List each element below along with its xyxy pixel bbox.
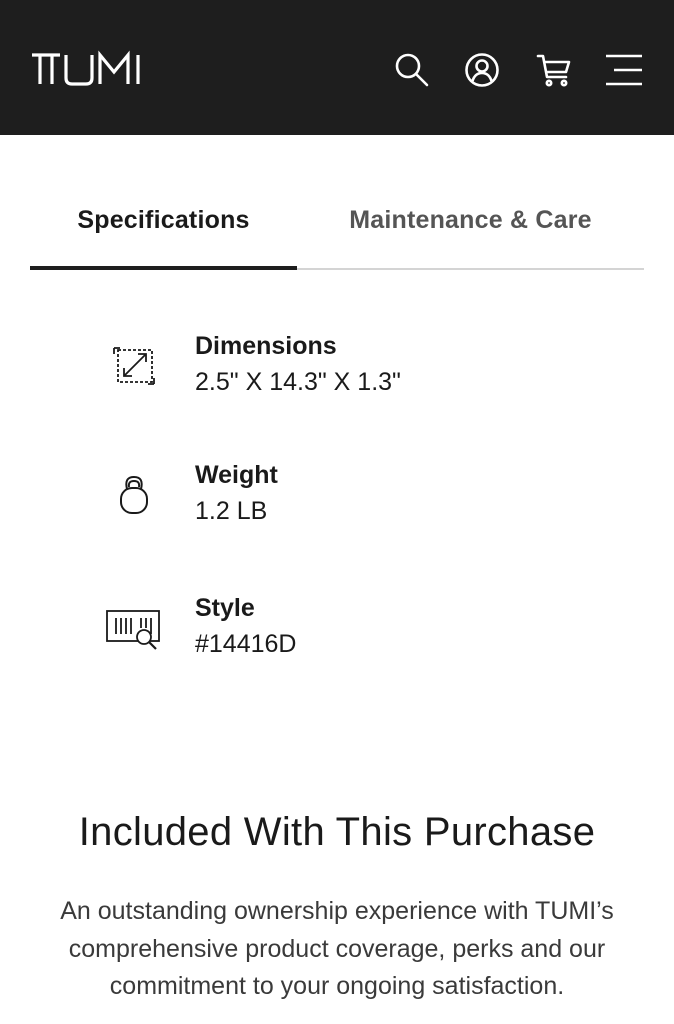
style-barcode-icon — [102, 598, 166, 658]
spec-value: 2.5" X 14.3" X 1.3" — [195, 368, 401, 396]
included-title: Included With This Purchase — [78, 810, 596, 854]
spec-label: Dimensions — [195, 332, 337, 360]
dimensions-icon — [104, 336, 164, 396]
tumi-logo[interactable] — [30, 50, 154, 86]
spec-label: Style — [195, 594, 255, 622]
product-tabs: Specifications Maintenance & Care — [30, 170, 644, 270]
account-icon — [465, 53, 499, 87]
included-description: An outstanding ownership experience with… — [60, 897, 614, 1000]
spec-dimensions: Dimensions 2.5" X 14.3" X 1.3" — [104, 332, 644, 412]
spec-value: 1.2 LB — [195, 497, 268, 525]
tab-specifications[interactable]: Specifications — [30, 170, 297, 270]
menu-button[interactable] — [604, 50, 644, 90]
search-icon — [395, 53, 429, 87]
weight-icon — [104, 465, 164, 525]
site-header — [0, 0, 674, 135]
account-button[interactable] — [462, 50, 502, 90]
spec-weight: Weight 1.2 LB — [104, 461, 644, 541]
cart-icon — [536, 54, 571, 87]
spec-value: #14416D — [195, 630, 297, 658]
tab-maintenance-care[interactable]: Maintenance & Care — [297, 170, 644, 270]
spec-label: Weight — [195, 461, 278, 489]
menu-icon — [606, 54, 642, 86]
active-tab-indicator — [30, 266, 297, 270]
spec-style: Style #14416D — [104, 594, 644, 674]
search-button[interactable] — [392, 50, 432, 90]
cart-button[interactable] — [534, 50, 574, 90]
